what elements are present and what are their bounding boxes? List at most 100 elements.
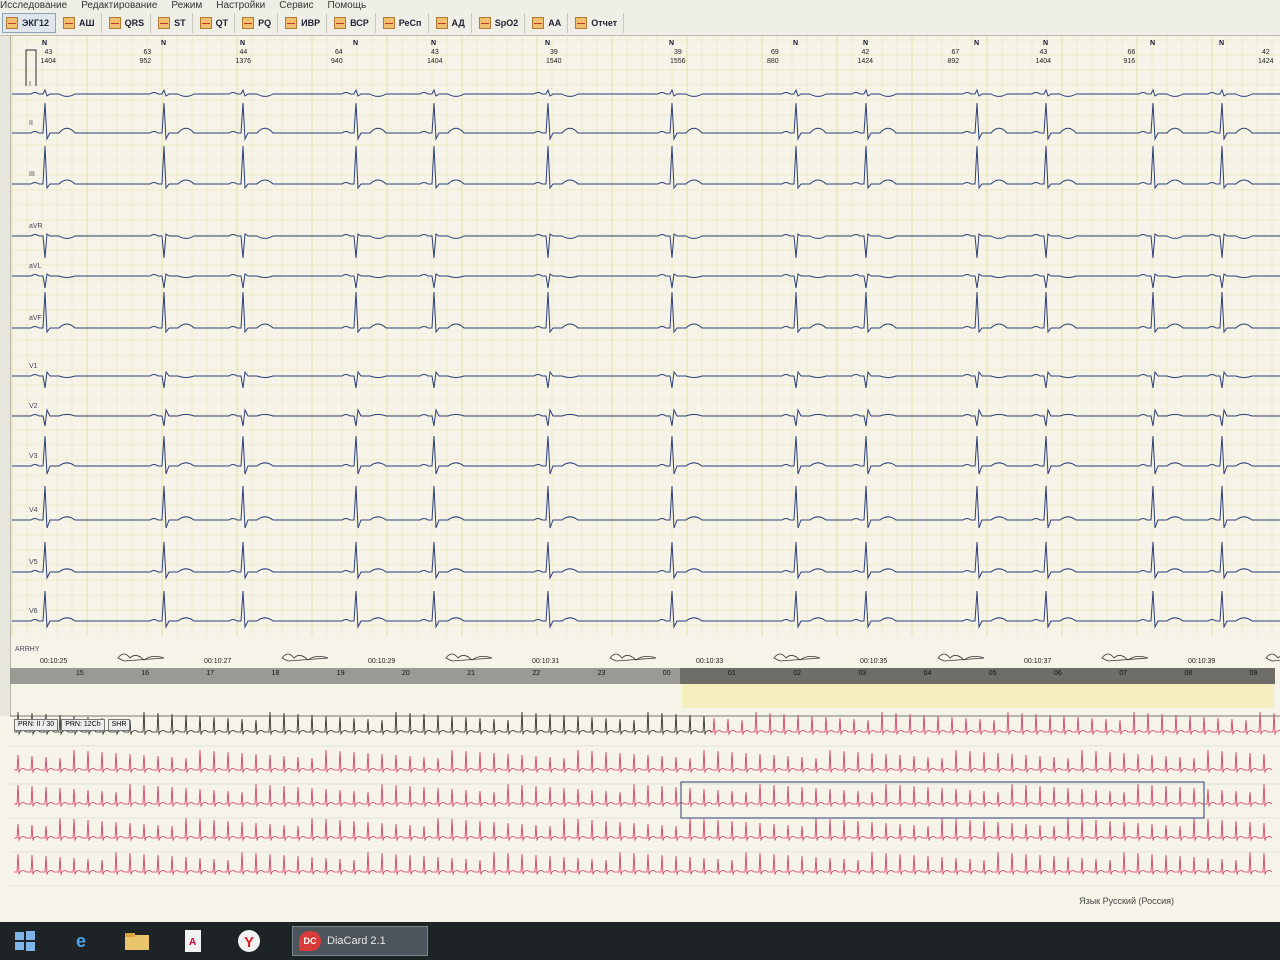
overview-traces[interactable] bbox=[0, 712, 1280, 892]
overview-trace-row-4[interactable] bbox=[14, 851, 1273, 876]
beat-marker-n[interactable]: N bbox=[793, 40, 798, 47]
beat-marker-n[interactable]: N bbox=[240, 40, 245, 47]
ecg-trace-iii[interactable] bbox=[12, 145, 1280, 190]
event-marker-icon[interactable] bbox=[445, 653, 493, 662]
start-button[interactable] bbox=[8, 926, 42, 956]
beat-marker-n[interactable]: N bbox=[1219, 40, 1224, 47]
overview-tag[interactable]: PRN: 12Ch bbox=[61, 719, 105, 731]
channel-label: ARRHY bbox=[15, 646, 40, 653]
diacard-taskbar-button[interactable]: DC DiaCard 2.1 bbox=[292, 926, 428, 956]
event-marker-icon[interactable] bbox=[1265, 653, 1280, 662]
toolbar-button-ash[interactable]: АШ bbox=[60, 12, 102, 33]
beat-rate: 44 bbox=[240, 49, 248, 56]
beat-marker-n[interactable]: N bbox=[42, 40, 47, 47]
document-app-icon[interactable]: A bbox=[176, 926, 210, 956]
ecg-12-lead-view[interactable]: N431404N63952N441376N64940N431404N391540… bbox=[0, 36, 1280, 666]
toolbar-label: QRS bbox=[124, 17, 145, 28]
record-timeline[interactable]: 15 16 17 18 19 20 21 22 23 00 01 02 03 04 05 06 07 08 09 bbox=[10, 668, 1275, 684]
beat-rr-interval: 916 bbox=[1124, 58, 1136, 65]
beat-marker-n[interactable]: N bbox=[974, 40, 979, 47]
toolbar-label: АД bbox=[451, 17, 465, 28]
overview-trace-row-3[interactable] bbox=[14, 817, 1273, 842]
beat-marker-n[interactable]: N bbox=[669, 40, 674, 47]
menu-item-1[interactable]: Редактирование bbox=[81, 1, 157, 11]
ecg-trace-avf[interactable] bbox=[12, 291, 1280, 334]
menu-item-4[interactable]: Сервис bbox=[279, 1, 313, 11]
ecg-trace-v4[interactable] bbox=[12, 485, 1280, 529]
toolbar-button-aa[interactable]: АА bbox=[529, 12, 569, 33]
timeline-tick: 07 bbox=[1119, 670, 1127, 677]
ecg-trace-v6[interactable] bbox=[12, 590, 1280, 629]
lead-label: V4 bbox=[29, 507, 38, 514]
overview-trace-row-1[interactable] bbox=[14, 749, 1273, 774]
ecg-trace-i[interactable] bbox=[12, 88, 1280, 97]
toolbar-label: SpO2 bbox=[494, 17, 519, 28]
toolbar-button-qt[interactable]: QT bbox=[197, 12, 236, 33]
beat-marker-n[interactable]: N bbox=[161, 40, 166, 47]
lead-label: V3 bbox=[29, 453, 38, 460]
event-marker-icon[interactable] bbox=[937, 653, 985, 662]
toolbar-button-report[interactable]: Отчет bbox=[572, 12, 625, 33]
windows-taskbar: e A Y DC DiaCard 2.1 bbox=[0, 922, 1280, 960]
beat-marker-n[interactable]: N bbox=[1150, 40, 1155, 47]
lead-label: V2 bbox=[29, 403, 38, 410]
toolbar-button-ivr[interactable]: ИВР bbox=[282, 12, 328, 33]
ecg-trace-avl[interactable] bbox=[12, 273, 1280, 289]
toolbar-button-spo2[interactable]: SpO2 bbox=[476, 12, 526, 33]
selected-window-band[interactable] bbox=[682, 684, 1274, 708]
ecg-trace-ii[interactable] bbox=[12, 102, 1280, 141]
event-marker-icon[interactable] bbox=[117, 653, 165, 662]
beat-marker-n[interactable]: N bbox=[353, 40, 358, 47]
ecg-icon bbox=[63, 16, 76, 29]
lead-label: aVL bbox=[29, 263, 42, 270]
timeline-tick: 23 bbox=[597, 670, 606, 677]
menu-item-2[interactable]: Режим bbox=[171, 1, 202, 11]
beat-marker-n[interactable]: N bbox=[431, 40, 436, 47]
ecg-trace-v1[interactable] bbox=[12, 370, 1280, 389]
toolbar-button-st[interactable]: ST bbox=[155, 12, 193, 33]
overview-trace-row-0[interactable] bbox=[710, 712, 1280, 736]
menu-item-3[interactable]: Настройки bbox=[216, 1, 265, 11]
toolbar-button-vsr[interactable]: ВСР bbox=[331, 12, 376, 33]
internet-explorer-icon[interactable]: e bbox=[64, 926, 98, 956]
diacard-app-name: DiaCard 2.1 bbox=[327, 935, 386, 947]
file-explorer-icon[interactable] bbox=[120, 926, 154, 956]
ecg-trace-v5[interactable] bbox=[12, 541, 1280, 580]
event-marker-icon[interactable] bbox=[773, 653, 821, 662]
beat-rr-interval: 1424 bbox=[1258, 58, 1274, 65]
ecg-trace-v2[interactable] bbox=[12, 408, 1280, 427]
toolbar-button-qrs[interactable]: QRS bbox=[106, 12, 152, 33]
person-icon bbox=[532, 16, 545, 29]
event-marker-icon[interactable] bbox=[281, 653, 329, 662]
toolbar-button-resp[interactable]: РеСп bbox=[380, 12, 429, 33]
yandex-browser-icon[interactable]: Y bbox=[232, 926, 266, 956]
toolbar-button-pq[interactable]: PQ bbox=[239, 12, 279, 33]
beat-rate: 67 bbox=[952, 49, 960, 56]
beat-rr-interval: 1376 bbox=[236, 58, 252, 65]
beat-marker-n[interactable]: N bbox=[545, 40, 550, 47]
overview-tag[interactable]: SHR bbox=[107, 719, 131, 731]
windows-logo-icon bbox=[15, 931, 35, 951]
time-label: 00:10:33 bbox=[696, 658, 723, 665]
overview-tag[interactable]: PRN: II / 30 bbox=[14, 719, 59, 731]
ecg-trace-avr[interactable] bbox=[12, 233, 1280, 259]
ecg-trace-v3[interactable] bbox=[12, 435, 1280, 475]
report-icon bbox=[575, 16, 588, 29]
toolbar-button-ekg12[interactable]: ЭКГ12 bbox=[2, 12, 57, 33]
toolbar-label: ВСР bbox=[350, 17, 369, 28]
event-marker-icon[interactable] bbox=[609, 653, 657, 662]
timeline-tick: 01 bbox=[728, 670, 736, 677]
time-label: 00:10:37 bbox=[1024, 658, 1051, 665]
time-label: 00:10:27 bbox=[204, 658, 231, 665]
time-label: 00:10:31 bbox=[532, 658, 559, 665]
event-marker-icon[interactable] bbox=[1101, 653, 1149, 662]
overview-trace-row-2[interactable] bbox=[14, 783, 1273, 808]
beat-rr-interval: 1540 bbox=[546, 58, 562, 65]
menu-item-5[interactable]: Помощь bbox=[328, 1, 367, 11]
lead-label: aVR bbox=[29, 223, 43, 230]
beat-marker-n[interactable]: N bbox=[1043, 40, 1048, 47]
diacard-window: Исследование Редактирование Режим Настройки… bbox=[0, 0, 1280, 922]
beat-marker-n[interactable]: N bbox=[863, 40, 868, 47]
menu-item-0[interactable]: Исследование bbox=[0, 1, 67, 11]
toolbar-button-ad[interactable]: АД bbox=[433, 12, 472, 33]
